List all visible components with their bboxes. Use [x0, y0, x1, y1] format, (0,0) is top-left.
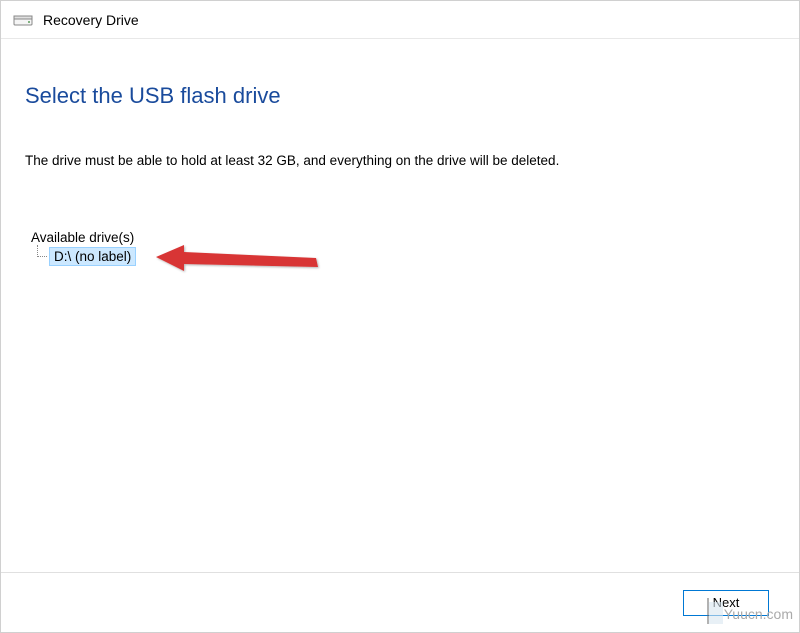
- window-title: Recovery Drive: [43, 12, 139, 28]
- drive-icon: [13, 13, 33, 27]
- available-drives-section: Available drive(s) D:\ (no label): [31, 230, 775, 266]
- tree-connector-line: [37, 245, 47, 257]
- available-drives-label: Available drive(s): [31, 230, 775, 245]
- description-text: The drive must be able to hold at least …: [25, 153, 775, 168]
- next-button[interactable]: Next: [683, 590, 769, 616]
- button-bar: Next: [1, 572, 799, 632]
- drive-tree: D:\ (no label): [35, 247, 775, 266]
- title-bar: Recovery Drive: [1, 1, 799, 39]
- content-area: Select the USB flash drive The drive mus…: [1, 39, 799, 290]
- page-heading: Select the USB flash drive: [25, 83, 775, 109]
- drive-item-d[interactable]: D:\ (no label): [49, 247, 136, 266]
